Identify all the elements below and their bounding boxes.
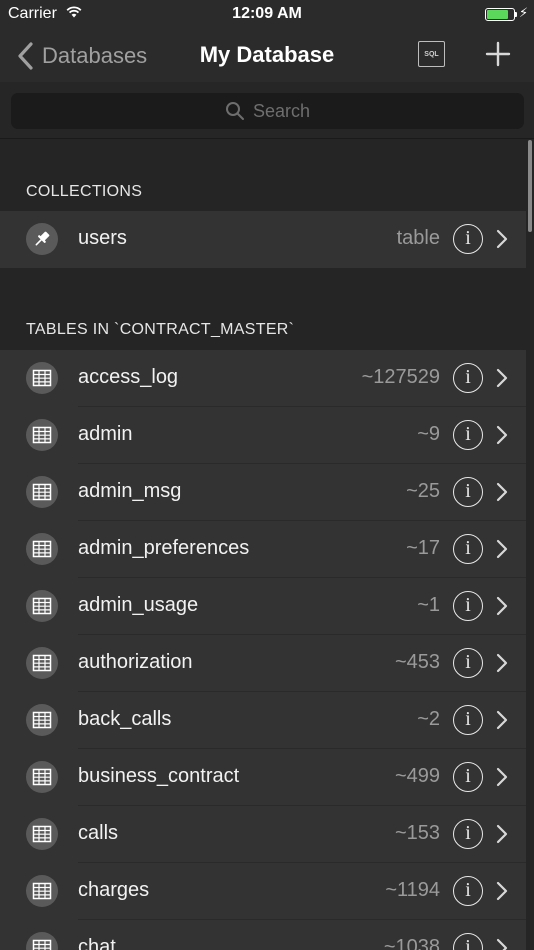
chevron-right-icon bbox=[496, 767, 508, 787]
table-row[interactable]: charges ~1194 i bbox=[0, 863, 526, 920]
search-icon bbox=[225, 102, 244, 120]
row-count: ~25 bbox=[406, 480, 440, 502]
sql-button[interactable]: SQL bbox=[418, 41, 445, 67]
table-icon bbox=[26, 761, 58, 793]
clock: 12:09 AM bbox=[232, 5, 302, 22]
chevron-right-icon bbox=[496, 710, 508, 730]
status-bar: Carrier 12:09 AM ⚡ bbox=[0, 0, 534, 30]
chevron-right-icon bbox=[496, 596, 508, 616]
info-icon[interactable]: i bbox=[453, 933, 483, 950]
row-name: admin_preferences bbox=[78, 537, 250, 559]
section-header-collections: COLLECTIONS bbox=[26, 183, 143, 200]
info-icon[interactable]: i bbox=[453, 534, 483, 564]
table-icon bbox=[26, 647, 58, 679]
battery-level bbox=[487, 10, 509, 19]
info-icon[interactable]: i bbox=[453, 705, 483, 735]
table-row[interactable]: admin_msg ~25 i bbox=[0, 464, 526, 521]
table-row[interactable]: authorization ~453 i bbox=[0, 635, 526, 692]
pin-icon bbox=[26, 223, 58, 255]
table-icon bbox=[26, 533, 58, 565]
row-name: charges bbox=[78, 879, 150, 901]
back-label: Databases bbox=[42, 43, 148, 68]
chevron-left-icon bbox=[18, 42, 33, 70]
chevron-right-icon bbox=[496, 368, 508, 388]
section-header-tables: TABLES IN `CONTRACT_MASTER` bbox=[26, 321, 295, 338]
row-count: ~9 bbox=[417, 423, 440, 445]
search-input[interactable]: Search bbox=[11, 93, 524, 129]
add-icon[interactable] bbox=[484, 40, 512, 68]
table-icon bbox=[26, 932, 58, 950]
charging-icon: ⚡ bbox=[519, 5, 529, 20]
table-row[interactable]: admin_usage ~1 i bbox=[0, 578, 526, 635]
chevron-right-icon bbox=[496, 938, 508, 950]
info-icon[interactable]: i bbox=[453, 420, 483, 450]
table-icon bbox=[26, 419, 58, 451]
info-icon[interactable]: i bbox=[453, 762, 483, 792]
search-bar: Search bbox=[0, 82, 534, 138]
table-row[interactable]: admin ~9 i bbox=[0, 407, 526, 464]
row-count: ~1 bbox=[417, 594, 440, 616]
row-name: calls bbox=[78, 822, 119, 844]
row-value: table bbox=[396, 227, 440, 249]
list-item[interactable]: users table i bbox=[0, 211, 526, 268]
row-name: admin_usage bbox=[78, 594, 199, 616]
row-name: back_calls bbox=[78, 708, 172, 730]
table-icon bbox=[26, 362, 58, 394]
row-name: admin_msg bbox=[78, 480, 182, 502]
info-icon[interactable]: i bbox=[453, 648, 483, 678]
row-name: access_log bbox=[78, 366, 179, 388]
table-row[interactable]: calls ~153 i bbox=[0, 806, 526, 863]
chevron-right-icon bbox=[496, 229, 508, 249]
sql-label: SQL bbox=[424, 50, 439, 58]
row-name: users bbox=[78, 227, 127, 249]
table-icon bbox=[26, 590, 58, 622]
table-icon bbox=[26, 818, 58, 850]
search-placeholder: Search bbox=[252, 100, 311, 121]
row-count: ~1038 bbox=[383, 936, 440, 950]
info-icon[interactable]: i bbox=[453, 819, 483, 849]
row-count: ~127529 bbox=[361, 366, 440, 388]
info-icon[interactable]: i bbox=[453, 591, 483, 621]
info-icon[interactable]: i bbox=[453, 876, 483, 906]
scrollbar[interactable] bbox=[528, 140, 532, 232]
chevron-right-icon bbox=[496, 539, 508, 559]
table-row[interactable]: admin_preferences ~17 i bbox=[0, 521, 526, 578]
table-row[interactable]: business_contract ~499 i bbox=[0, 749, 526, 806]
chevron-right-icon bbox=[496, 425, 508, 445]
table-icon bbox=[26, 476, 58, 508]
row-name: authorization bbox=[78, 651, 193, 673]
row-count: ~453 bbox=[394, 651, 440, 673]
row-count: ~1194 bbox=[385, 879, 440, 901]
back-button[interactable]: Databases bbox=[14, 39, 147, 73]
info-icon[interactable]: i bbox=[453, 363, 483, 393]
navigation-bar: Databases My Database SQL bbox=[0, 30, 534, 82]
row-count: ~17 bbox=[406, 537, 440, 559]
table-row[interactable]: back_calls ~2 i bbox=[0, 692, 526, 749]
info-icon[interactable]: i bbox=[453, 224, 483, 254]
chevron-right-icon bbox=[496, 881, 508, 901]
row-count: ~153 bbox=[394, 822, 440, 844]
info-icon[interactable]: i bbox=[453, 477, 483, 507]
row-count: ~2 bbox=[417, 708, 440, 730]
row-name: business_contract bbox=[78, 765, 240, 787]
chevron-right-icon bbox=[496, 482, 508, 502]
table-icon bbox=[26, 704, 58, 736]
battery-icon bbox=[485, 8, 515, 21]
table-row[interactable]: chat ~1038 i bbox=[0, 920, 526, 950]
row-count: ~499 bbox=[394, 765, 440, 787]
chevron-right-icon bbox=[496, 653, 508, 673]
divider bbox=[0, 138, 534, 139]
chevron-right-icon bbox=[496, 824, 508, 844]
battery-tip bbox=[515, 12, 517, 17]
table-icon bbox=[26, 875, 58, 907]
row-name: chat bbox=[78, 936, 116, 950]
table-row[interactable]: access_log ~127529 i bbox=[0, 350, 526, 407]
row-name: admin bbox=[78, 423, 133, 445]
